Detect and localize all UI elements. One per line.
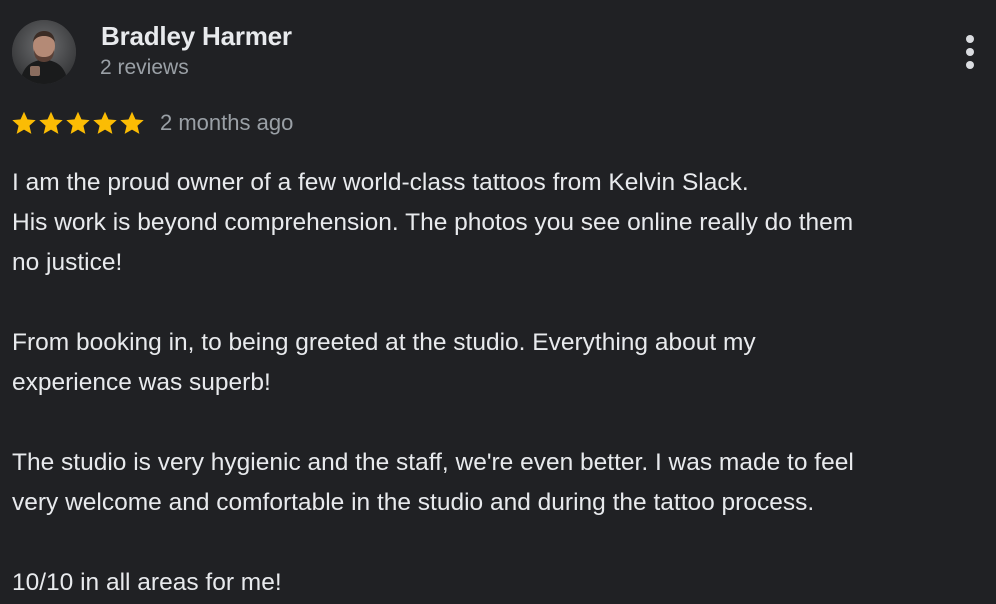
review-card: Bradley Harmer 2 reviews 2 months ago I … bbox=[0, 0, 996, 604]
more-vert-icon bbox=[966, 61, 974, 69]
review-line: very welcome and comfortable in the stud… bbox=[12, 489, 815, 516]
more-options-button[interactable] bbox=[952, 30, 988, 74]
review-line: The studio is very hygienic and the staf… bbox=[12, 449, 854, 476]
rating-row: 2 months ago bbox=[11, 109, 293, 137]
review-count[interactable]: 2 reviews bbox=[100, 56, 189, 80]
review-line: I am the proud owner of a few world-clas… bbox=[12, 169, 749, 196]
review-date: 2 months ago bbox=[160, 110, 294, 135]
review-line: His work is beyond comprehension. The ph… bbox=[12, 209, 854, 236]
star-icon bbox=[39, 111, 63, 134]
author-name[interactable]: Bradley Harmer bbox=[101, 21, 292, 52]
user-avatar-icon bbox=[12, 20, 76, 84]
review-paragraph: I am the proud owner of a few world-clas… bbox=[12, 163, 992, 283]
review-paragraph: From booking in, to being greeted at the… bbox=[12, 323, 992, 403]
more-vert-icon bbox=[966, 35, 974, 43]
review-paragraph: The studio is very hygienic and the staf… bbox=[12, 443, 992, 523]
star-icon bbox=[93, 111, 117, 134]
star-icon bbox=[12, 111, 36, 134]
author-avatar[interactable] bbox=[12, 20, 76, 84]
review-line: experience was superb! bbox=[12, 369, 271, 396]
star-icon bbox=[66, 111, 90, 134]
star-icon bbox=[120, 111, 144, 134]
more-vert-icon bbox=[966, 48, 974, 56]
review-line: From booking in, to being greeted at the… bbox=[12, 329, 756, 356]
review-text: I am the proud owner of a few world-clas… bbox=[12, 163, 992, 603]
review-line: no justice! bbox=[12, 249, 123, 276]
review-line: 10/10 in all areas for me! bbox=[12, 569, 282, 596]
review-paragraph: 10/10 in all areas for me! bbox=[12, 563, 992, 603]
star-rating bbox=[11, 110, 145, 136]
